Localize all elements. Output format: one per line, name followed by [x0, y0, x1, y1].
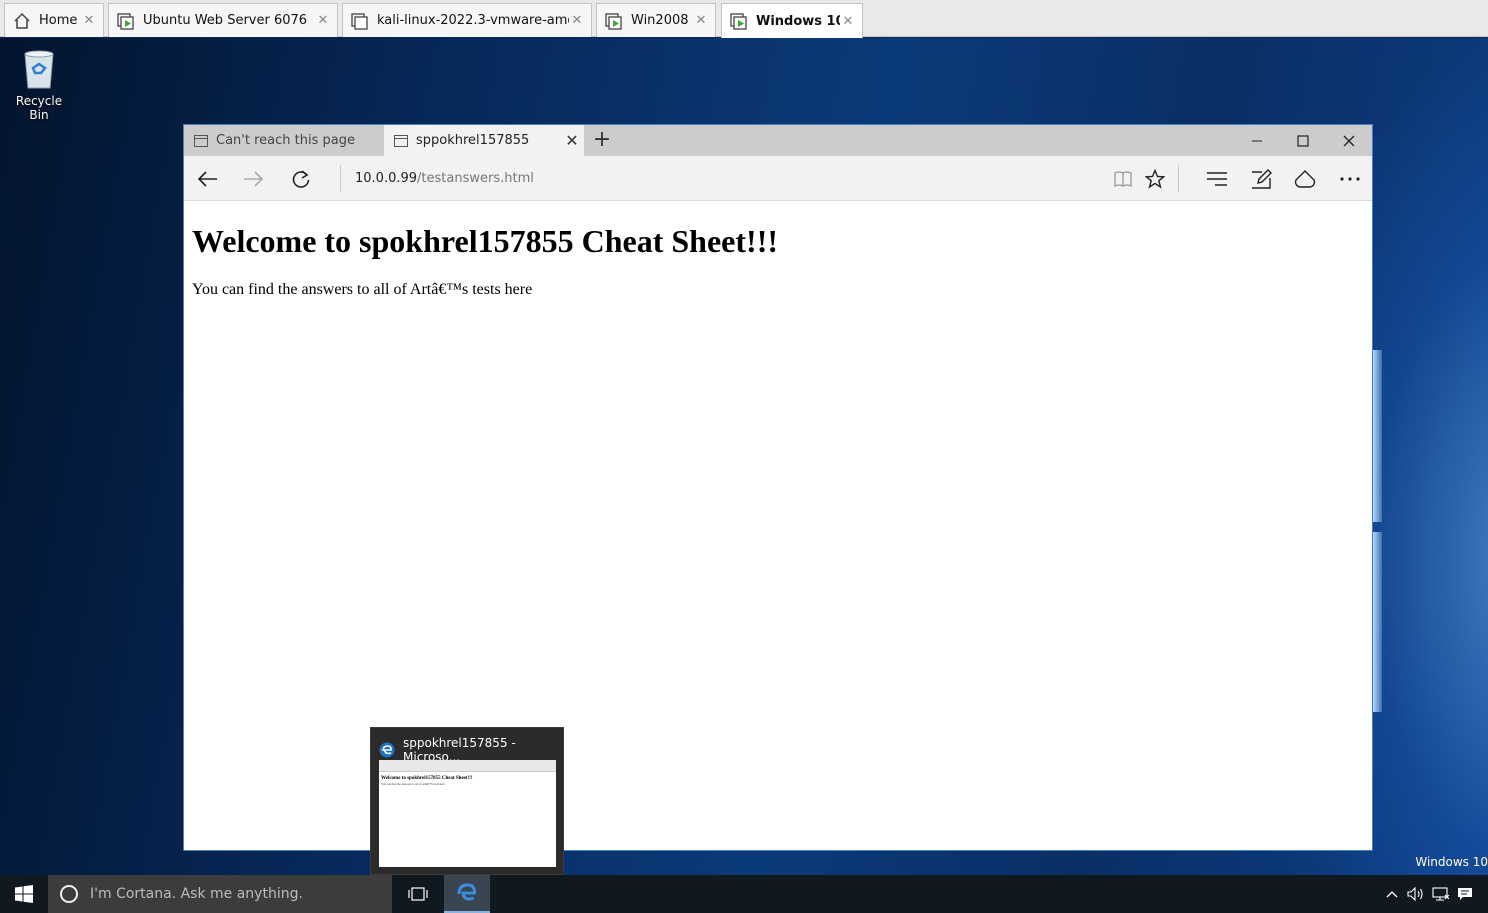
hub-button[interactable]	[1200, 162, 1234, 196]
more-dots-icon	[1340, 177, 1360, 181]
forward-arrow-icon	[244, 171, 264, 187]
close-icon[interactable]: ✕	[81, 13, 97, 28]
favorite-button[interactable]	[1138, 162, 1172, 196]
network-icon	[1432, 887, 1450, 901]
windows-watermark: Windows 10	[1415, 855, 1488, 869]
search-placeholder: I'm Cortana. Ask me anything.	[90, 886, 303, 902]
network-button[interactable]	[1430, 875, 1452, 913]
tab-label: Can't reach this page	[216, 133, 355, 148]
recycle-bin-label: Recycle Bin	[15, 94, 63, 122]
vm-tab-label: Win2008	[631, 13, 689, 28]
vm-running-icon	[605, 12, 623, 30]
maximize-icon	[1297, 134, 1309, 147]
pen-note-icon	[1252, 169, 1272, 189]
close-tab-icon[interactable]: ✕	[560, 131, 584, 150]
vm-icon	[351, 12, 369, 30]
vm-running-icon	[730, 12, 748, 30]
tab-sppokhrel[interactable]: sppokhrel157855 ✕	[384, 125, 584, 156]
vm-tab-label: Windows 10	[756, 13, 840, 29]
vm-running-icon	[117, 12, 135, 30]
preview-toolbar	[379, 760, 556, 772]
task-view-button[interactable]	[395, 875, 441, 913]
edge-window: Can't reach this page sppokhrel157855 ✕ …	[183, 124, 1373, 851]
web-page-content: Welcome to spokhrel157855 Cheat Sheet!!!…	[184, 201, 1372, 850]
vmware-tab-strip: Home ✕ Ubuntu Web Server 6076 ✕ kali-lin…	[0, 0, 1488, 38]
tab-label: sppokhrel157855	[416, 133, 530, 148]
address-bar[interactable]: 10.0.0.99/testanswers.html	[355, 156, 534, 201]
forward-button[interactable]	[237, 162, 271, 196]
close-icon[interactable]: ✕	[693, 13, 709, 28]
page-icon	[394, 134, 408, 147]
start-button[interactable]	[0, 875, 48, 913]
close-icon[interactable]: ✕	[840, 14, 856, 29]
vm-tab-windows10[interactable]: Windows 10 ✕	[721, 3, 863, 38]
close-window-button[interactable]	[1326, 125, 1372, 156]
close-icon	[1343, 135, 1355, 146]
notification-icon	[1458, 888, 1472, 900]
action-center-button[interactable]	[1454, 875, 1476, 913]
page-icon	[194, 134, 208, 147]
close-icon[interactable]: ✕	[569, 13, 585, 28]
toolbar-divider	[340, 165, 341, 192]
vm-tab-kali[interactable]: kali-linux-2022.3-vmware-amd64 ✕	[342, 3, 592, 37]
wallpaper-light-beam	[1372, 532, 1382, 712]
address-host: 10.0.0.99	[355, 171, 418, 186]
tab-cant-reach[interactable]: Can't reach this page	[184, 125, 384, 156]
taskbar-edge-button[interactable]	[444, 875, 490, 913]
vm-tab-label: Home	[39, 13, 78, 28]
edge-icon	[379, 742, 395, 758]
minimize-button[interactable]	[1234, 125, 1280, 156]
show-hidden-icons-button[interactable]	[1383, 875, 1401, 913]
page-body-text: You can find the answers to all of Artâ€…	[192, 281, 533, 298]
vm-tab-label: Ubuntu Web Server 6076	[143, 13, 308, 28]
cortana-icon	[60, 885, 78, 903]
star-icon	[1145, 169, 1165, 189]
taskbar: I'm Cortana. Ask me anything.	[0, 875, 1488, 913]
close-icon[interactable]: ✕	[315, 13, 331, 28]
windows-logo-icon	[15, 885, 33, 903]
refresh-icon	[292, 170, 310, 188]
back-arrow-icon	[197, 171, 217, 187]
preview-heading: Welcome to spokhrel157855 Cheat Sheet!!!	[381, 776, 473, 781]
address-path: /testanswers.html	[417, 171, 534, 186]
page-heading: Welcome to spokhrel157855 Cheat Sheet!!!	[192, 223, 778, 259]
home-icon	[13, 12, 31, 30]
preview-body: You can find the answers to all of Artâ€…	[381, 782, 445, 786]
chevron-up-icon	[1386, 891, 1398, 898]
task-view-icon	[408, 887, 428, 901]
vm-tab-home[interactable]: Home ✕	[4, 3, 104, 37]
vm-tab-win2008[interactable]: Win2008 ✕	[596, 3, 716, 37]
minimize-icon	[1252, 140, 1262, 141]
recycle-bin-icon	[19, 46, 59, 90]
browser-tab-bar: Can't reach this page sppokhrel157855 ✕ …	[184, 125, 1372, 156]
thumbnail-preview-image: Welcome to spokhrel157855 Cheat Sheet!!!…	[379, 760, 556, 867]
back-button[interactable]	[190, 162, 224, 196]
browser-toolbar: 10.0.0.99/testanswers.html	[184, 156, 1372, 201]
book-icon	[1114, 171, 1132, 188]
speaker-icon	[1407, 887, 1423, 901]
taskbar-thumbnail-preview[interactable]: sppokhrel157855 - Microso... Welcome to …	[370, 727, 564, 875]
refresh-button[interactable]	[284, 162, 318, 196]
new-tab-button[interactable]: +	[590, 127, 614, 155]
share-icon	[1294, 170, 1316, 188]
recycle-bin[interactable]: Recycle Bin	[6, 46, 72, 122]
web-note-button[interactable]	[1244, 162, 1278, 196]
hub-icon	[1207, 172, 1227, 186]
more-button[interactable]	[1333, 162, 1367, 196]
vm-tab-ubuntu[interactable]: Ubuntu Web Server 6076 ✕	[108, 3, 338, 37]
maximize-button[interactable]	[1280, 125, 1326, 156]
reading-view-button[interactable]	[1106, 162, 1140, 196]
edge-icon	[457, 883, 477, 901]
cortana-search-box[interactable]: I'm Cortana. Ask me anything.	[48, 875, 392, 913]
volume-button[interactable]	[1405, 875, 1427, 913]
toolbar-divider	[1178, 165, 1179, 192]
wallpaper-light-beam	[1372, 350, 1382, 522]
share-button[interactable]	[1288, 162, 1322, 196]
vm-tab-label: kali-linux-2022.3-vmware-amd64	[377, 13, 569, 28]
